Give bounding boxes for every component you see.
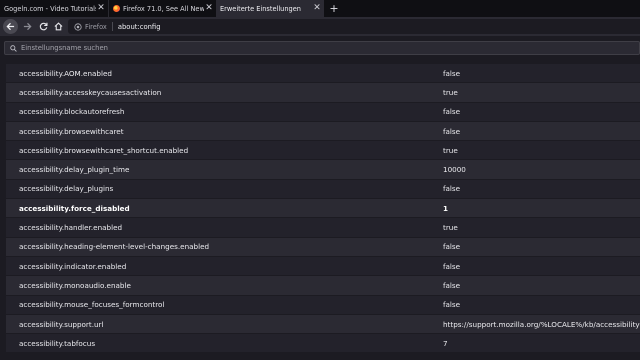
pref-row[interactable]: accessibility.force_disabled 1 xyxy=(6,199,640,219)
tab-firefox-features[interactable]: Firefox 71.0, See All New Featu ✕ xyxy=(108,0,216,17)
pref-value[interactable]: 10000 xyxy=(437,165,640,174)
pref-row[interactable]: accessibility.monoaudio.enable false xyxy=(6,276,640,296)
close-tab-icon[interactable]: ✕ xyxy=(96,0,106,17)
pref-row[interactable]: accessibility.delay_plugin_time 10000 xyxy=(6,160,640,180)
pref-value[interactable]: false xyxy=(437,281,640,290)
search-input[interactable] xyxy=(21,44,621,52)
firefox-favicon-icon xyxy=(113,5,120,12)
pref-name: accessibility.heading-element-level-chan… xyxy=(19,242,210,252)
pref-name: accessibility.blockautorefresh xyxy=(19,107,125,117)
pref-value[interactable]: 7 xyxy=(437,339,640,348)
close-tab-icon[interactable]: ✕ xyxy=(204,0,214,17)
tab-title: Gogeln.com - Video Tutorials xyxy=(4,4,96,13)
pref-name: accessibility.force_disabled xyxy=(19,203,130,213)
pref-name: accessibility.AOM.enabled xyxy=(19,68,112,78)
pref-name: accessibility.indicator.enabled xyxy=(19,261,127,271)
search-area xyxy=(0,36,640,60)
pref-value[interactable]: https://support.mozilla.org/%LOCALE%/kb/… xyxy=(437,320,640,329)
pref-row[interactable]: accessibility.AOM.enabled false xyxy=(6,64,640,84)
pref-name: accessibility.mouse_focuses_formcontrol xyxy=(19,300,165,310)
pref-name: accessibility.tabfocus xyxy=(19,338,96,348)
pref-name: accessibility.monoaudio.enable xyxy=(19,280,131,290)
pref-row[interactable]: accessibility.tabfocus 7 xyxy=(6,334,640,354)
close-tab-icon[interactable]: ✕ xyxy=(312,0,322,17)
arrow-right-icon xyxy=(23,22,32,31)
preferences-table: accessibility.AOM.enabled false accessibil… xyxy=(6,64,640,354)
reload-button[interactable] xyxy=(36,19,51,34)
pref-value[interactable]: false xyxy=(437,69,640,78)
arrow-left-icon xyxy=(6,22,15,31)
navigation-bar: Firefox about:config xyxy=(0,17,640,36)
tab-gogeln[interactable]: Gogeln.com - Video Tutorials ✕ xyxy=(0,0,108,17)
pref-value[interactable]: false xyxy=(437,242,640,251)
url-bar[interactable]: Firefox about:config xyxy=(68,19,640,34)
pref-row[interactable]: accessibility.accesskeycausesactivation t… xyxy=(6,83,640,103)
reload-icon xyxy=(39,22,48,31)
home-button[interactable] xyxy=(51,19,66,34)
tab-title: Firefox 71.0, See All New Featu xyxy=(123,4,204,13)
tab-title: Erweiterte Einstellungen xyxy=(220,4,301,13)
tab-about-config[interactable]: Erweiterte Einstellungen ✕ xyxy=(216,0,324,17)
pref-value[interactable]: false xyxy=(437,262,640,271)
pref-name: accessibility.delay_plugins xyxy=(19,184,114,194)
pref-row[interactable]: accessibility.heading-element-level-chan… xyxy=(6,237,640,257)
pref-value[interactable]: 1 xyxy=(437,204,640,213)
pref-value[interactable]: true xyxy=(437,88,640,97)
pref-value[interactable]: false xyxy=(437,300,640,309)
pref-row[interactable]: accessibility.browsewithcaret_shortcut.e… xyxy=(6,141,640,161)
pref-value[interactable]: false xyxy=(437,127,640,136)
pref-name: accessibility.support.url xyxy=(19,319,104,329)
pref-row[interactable]: accessibility.handler.enabled true xyxy=(6,218,640,238)
pref-row[interactable]: accessibility.support.url https://support… xyxy=(6,314,640,335)
urlbar-separator xyxy=(111,22,113,31)
pref-name: accessibility.browsewithcaret xyxy=(19,126,124,136)
pref-row[interactable]: accessibility.indicator.enabled false xyxy=(6,256,640,277)
pref-name: accessibility.accesskeycausesactivation xyxy=(19,87,162,97)
new-tab-button[interactable]: + xyxy=(328,0,340,17)
pref-value[interactable]: true xyxy=(437,146,640,155)
pref-name: accessibility.browsewithcaret_shortcut.e… xyxy=(19,145,189,155)
pref-row[interactable]: accessibility.blockautorefresh false xyxy=(6,102,640,122)
forward-button[interactable] xyxy=(20,19,35,34)
url-text[interactable]: about:config xyxy=(118,23,161,31)
pref-value[interactable]: false xyxy=(437,107,640,116)
pref-row[interactable]: accessibility.browsewithcaret false xyxy=(6,121,640,142)
firefox-identity-icon xyxy=(74,22,82,31)
search-icon xyxy=(10,44,17,52)
pref-name: accessibility.handler.enabled xyxy=(19,223,123,233)
pref-value[interactable]: false xyxy=(437,184,640,193)
home-icon xyxy=(54,22,63,31)
pref-row[interactable]: accessibility.mouse_focuses_formcontrol f… xyxy=(6,295,640,315)
pref-name: accessibility.delay_plugin_time xyxy=(19,165,130,175)
pref-row[interactable]: accessibility.delay_plugins false xyxy=(6,179,640,200)
back-button[interactable] xyxy=(3,19,18,34)
search-box[interactable] xyxy=(4,41,640,55)
tab-strip: Gogeln.com - Video Tutorials ✕ Firefox 7… xyxy=(0,0,640,17)
pref-value[interactable]: true xyxy=(437,223,640,232)
identity-label: Firefox xyxy=(85,22,107,31)
